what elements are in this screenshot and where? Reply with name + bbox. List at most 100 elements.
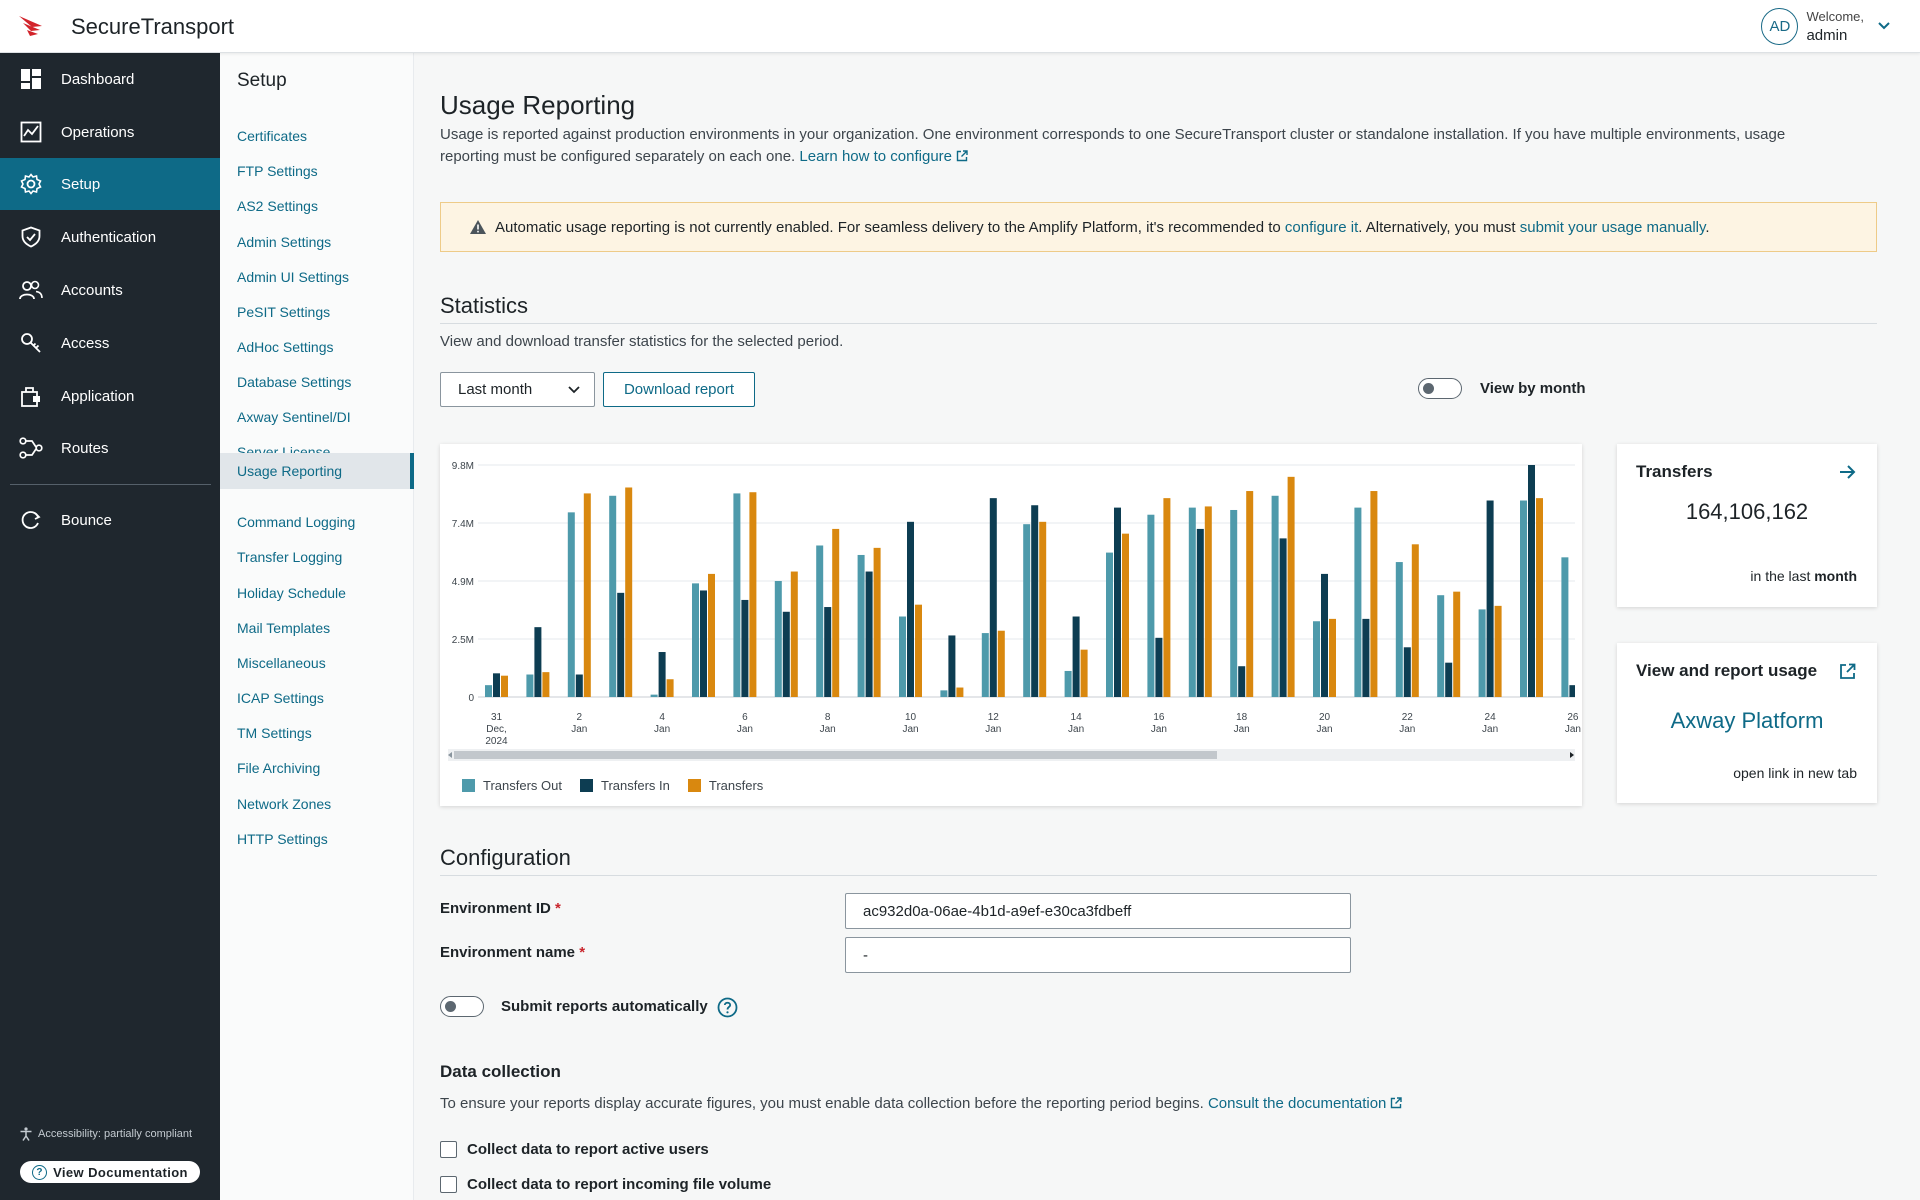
bar-transfers-in[interactable] (948, 635, 956, 697)
bar-transfers[interactable] (1287, 476, 1295, 697)
bar-transfers-out[interactable] (1230, 509, 1238, 697)
bar-transfers-out[interactable] (1395, 562, 1403, 697)
bar-transfers-in[interactable] (1486, 500, 1494, 697)
environment-name-input[interactable] (845, 937, 1351, 973)
bar-transfers-out[interactable] (1437, 595, 1445, 697)
bar-transfers-out[interactable] (567, 512, 575, 697)
submenu-item-holiday-schedule[interactable]: Holiday Schedule (220, 576, 414, 610)
bar-transfers[interactable] (1204, 506, 1212, 697)
bar-transfers-in[interactable] (534, 627, 542, 697)
submenu-item-miscellaneous[interactable]: Miscellaneous (220, 646, 414, 680)
environment-id-input[interactable] (845, 893, 1351, 929)
bar-transfers[interactable] (997, 630, 1005, 697)
sidebar-item-dashboard[interactable]: Dashboard (0, 53, 220, 105)
bar-transfers[interactable] (1246, 491, 1254, 697)
period-select[interactable]: Last month (440, 372, 595, 407)
bar-transfers-in[interactable] (1072, 616, 1080, 697)
submenu-item-admin-settings[interactable]: Admin Settings (220, 225, 414, 259)
bar-transfers-out[interactable] (733, 493, 741, 697)
bar-transfers[interactable] (832, 528, 840, 697)
bar-transfers[interactable] (749, 492, 757, 697)
bar-transfers[interactable] (1536, 498, 1543, 697)
submenu-item-pesit-settings[interactable]: PeSIT Settings (220, 295, 414, 329)
bar-transfers-in[interactable] (1114, 507, 1121, 697)
sidebar-item-setup[interactable]: Setup (0, 158, 220, 210)
sidebar-item-operations[interactable]: Operations (0, 106, 220, 158)
bar-transfers-in[interactable] (1445, 662, 1453, 697)
platform-card[interactable]: View and report usage Axway Platform ope… (1617, 643, 1877, 803)
collect-file-volume-checkbox[interactable] (440, 1176, 457, 1193)
bar-transfers-out[interactable] (774, 581, 782, 697)
sidebar-item-application[interactable]: Application (0, 370, 220, 422)
sidebar-item-accounts[interactable]: Accounts (0, 264, 220, 316)
external-link-icon[interactable] (1839, 663, 1856, 680)
bar-transfers-out[interactable] (816, 545, 824, 697)
submenu-item-certificates[interactable]: Certificates (220, 119, 414, 153)
bar-transfers-out[interactable] (857, 554, 865, 697)
submit-automatically-toggle[interactable] (440, 996, 484, 1017)
submenu-item-http-settings[interactable]: HTTP Settings (220, 822, 414, 856)
bar-transfers[interactable] (1329, 618, 1336, 697)
bar-transfers-in[interactable] (658, 652, 666, 697)
bar-transfers-out[interactable] (1064, 670, 1072, 697)
bar-transfers[interactable] (625, 487, 633, 697)
bar-transfers-out[interactable] (692, 583, 699, 697)
configure-it-link[interactable]: configure it (1285, 219, 1358, 236)
arrow-right-icon[interactable] (1839, 464, 1856, 480)
bar-transfers[interactable] (1453, 591, 1461, 697)
bar-transfers[interactable] (873, 547, 881, 697)
bar-transfers[interactable] (1411, 544, 1419, 697)
bar-transfers[interactable] (542, 672, 550, 697)
submenu-item-transfer-logging[interactable]: Transfer Logging (220, 540, 414, 574)
bar-transfers-out[interactable] (1520, 500, 1527, 697)
bar-transfers[interactable] (1494, 605, 1502, 697)
bar-transfers-out[interactable] (1147, 514, 1155, 697)
bar-transfers[interactable] (501, 675, 508, 697)
submenu-item-file-archiving[interactable]: File Archiving (220, 751, 414, 785)
legend-transfers[interactable]: Transfers (687, 778, 763, 793)
legend-transfers-in[interactable]: Transfers In (579, 778, 670, 793)
download-report-button[interactable]: Download report (603, 372, 755, 407)
submenu-item-database-settings[interactable]: Database Settings (220, 365, 414, 399)
bar-transfers[interactable] (1039, 521, 1047, 697)
bar-transfers-in[interactable] (1238, 666, 1246, 697)
submenu-item-tm-settings[interactable]: TM Settings (220, 716, 414, 750)
bar-transfers[interactable] (790, 571, 798, 697)
bar-transfers-out[interactable] (526, 674, 534, 697)
learn-how-link[interactable]: Learn how to configure (799, 148, 968, 165)
bar-transfers-in[interactable] (1403, 647, 1411, 697)
bar-transfers-out[interactable] (1271, 495, 1279, 697)
bar-transfers-out[interactable] (1478, 609, 1486, 697)
bar-transfers-in[interactable] (1279, 538, 1287, 697)
bar-transfers-out[interactable] (1023, 524, 1031, 697)
bar-transfers-in[interactable] (989, 498, 997, 697)
submenu-item-adhoc-settings[interactable]: AdHoc Settings (220, 330, 414, 364)
sidebar-item-bounce[interactable]: Bounce (0, 494, 220, 546)
bar-transfers-out[interactable] (1561, 557, 1569, 697)
bar-transfers-in[interactable] (1321, 573, 1328, 697)
bar-transfers-in[interactable] (865, 571, 873, 697)
submenu-item-command-logging[interactable]: Command Logging (220, 505, 414, 539)
sidebar-item-authentication[interactable]: Authentication (0, 211, 220, 263)
chevron-down-icon[interactable] (1878, 22, 1890, 30)
submit-usage-manually-link[interactable]: submit your usage manually (1520, 219, 1706, 236)
avatar[interactable]: AD (1761, 7, 1799, 45)
bar-transfers-in[interactable] (741, 599, 749, 697)
bar-transfers-in[interactable] (1569, 685, 1576, 697)
bar-transfers-in[interactable] (575, 674, 583, 697)
axway-platform-link[interactable]: Axway Platform (1617, 708, 1877, 734)
submenu-item-icap-settings[interactable]: ICAP Settings (220, 681, 414, 715)
help-icon[interactable] (717, 997, 738, 1018)
bar-transfers-in[interactable] (907, 521, 914, 697)
sidebar-item-routes[interactable]: Routes (0, 422, 220, 474)
bar-transfers[interactable] (1122, 533, 1129, 697)
bar-transfers[interactable] (1370, 491, 1378, 697)
view-by-month-toggle[interactable] (1418, 378, 1462, 399)
bar-transfers-out[interactable] (940, 690, 948, 697)
submenu-item-as2-settings[interactable]: AS2 Settings (220, 189, 414, 223)
submenu-item-axway-sentinel[interactable]: Axway Sentinel/DI (220, 400, 414, 434)
bar-transfers-out[interactable] (1106, 552, 1113, 697)
bar-transfers[interactable] (666, 679, 674, 697)
bar-transfers-in[interactable] (617, 592, 625, 697)
bar-transfers-in[interactable] (782, 611, 790, 697)
